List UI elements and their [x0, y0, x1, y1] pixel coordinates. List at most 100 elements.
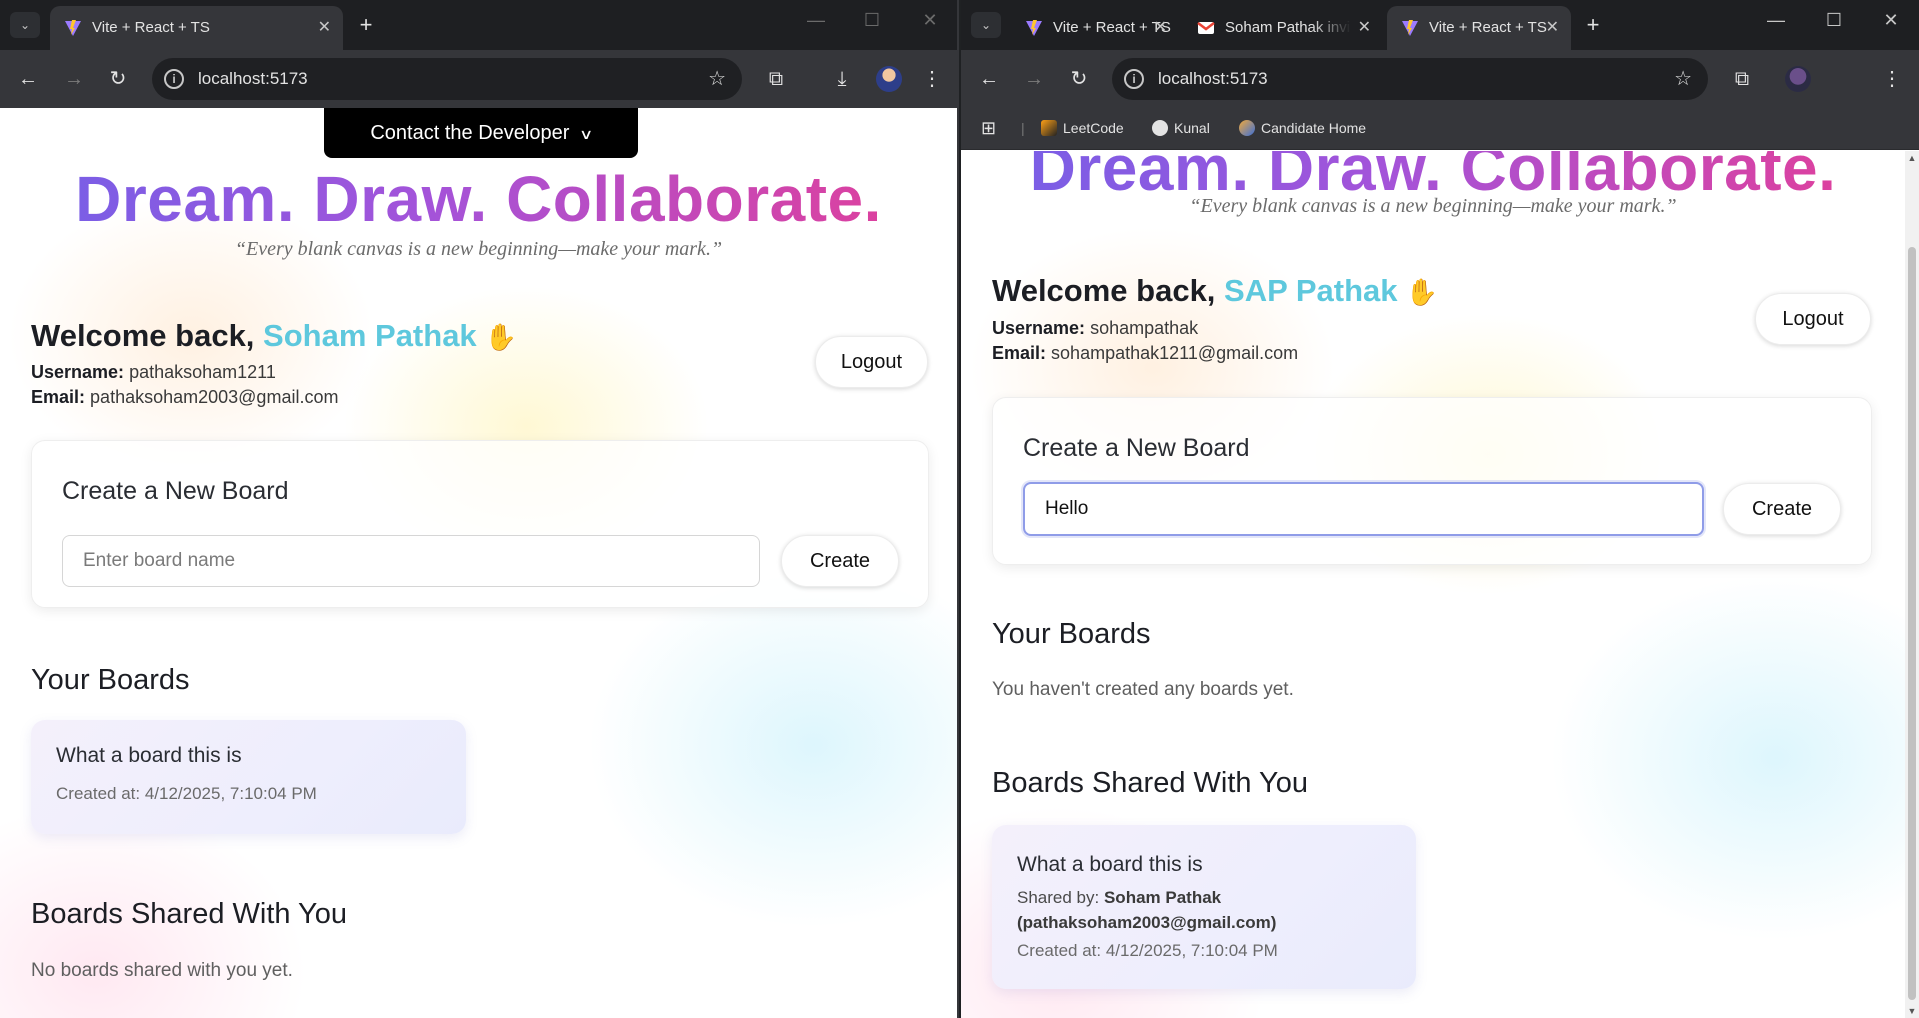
reload-icon[interactable]: ↻: [1067, 67, 1091, 91]
board-created-at: Created at: 4/12/2025, 7:10:04 PM: [1017, 941, 1278, 960]
create-board-title: Create a New Board: [62, 477, 289, 505]
extensions-icon[interactable]: ⧉: [762, 65, 790, 93]
board-name-input[interactable]: [1023, 482, 1704, 536]
page-scrollbar[interactable]: ▲ ▼: [1905, 151, 1919, 1018]
close-tab-icon[interactable]: ✕: [1154, 6, 1167, 50]
apps-grid-icon[interactable]: ⊞: [981, 118, 996, 139]
page-content: Contact the Developer ∨ Dream. Draw. Coll…: [0, 108, 957, 1018]
tab-search-button[interactable]: ⌄: [10, 12, 40, 38]
vite-favicon-icon: [65, 20, 81, 36]
extensions-icon[interactable]: ⧉: [1728, 65, 1756, 93]
logout-button[interactable]: Logout: [815, 336, 928, 388]
board-name-input[interactable]: [62, 535, 760, 587]
browser-toolbar: ← → ↻ i localhost:5173 ☆ ⧉ ⤓ ⋮: [0, 50, 957, 108]
your-boards-heading: Your Boards: [31, 664, 190, 696]
hero-quote: “Every blank canvas is a new beginning—m…: [1189, 195, 1677, 217]
username-row: Username: sohampathak: [992, 318, 1198, 339]
browser-toolbar: ← → ↻ i localhost:5173 ☆ ⧉ ⋮: [961, 50, 1919, 108]
shared-boards-heading: Boards Shared With You: [31, 898, 347, 930]
tab-title: Vite + React + TS: [92, 19, 210, 36]
shared-by-email: (pathaksoham2003@gmail.com): [1017, 913, 1277, 932]
create-board-button[interactable]: Create: [781, 535, 899, 587]
logout-button[interactable]: Logout: [1755, 293, 1871, 345]
maximize-button[interactable]: ☐: [852, 10, 892, 31]
close-window-button[interactable]: ✕: [1871, 10, 1911, 31]
welcome-prefix: Welcome back,: [992, 273, 1216, 308]
bookmark-star-icon[interactable]: ☆: [708, 66, 726, 91]
site-info-icon[interactable]: i: [164, 69, 184, 89]
browser-window-left: ⌄ Vite + React + TS ✕ + — ☐ ✕ ← → ↻ i lo…: [0, 0, 959, 1018]
waving-hand-icon: ✋: [1405, 277, 1438, 307]
email-value: sohampathak1211@gmail.com: [1051, 343, 1299, 363]
create-board-card: Create a New Board Create: [992, 397, 1872, 565]
site-info-icon[interactable]: i: [1124, 69, 1144, 89]
bookmark-leetcode[interactable]: LeetCode: [1041, 120, 1124, 136]
new-tab-button[interactable]: +: [1579, 12, 1607, 40]
username-value: pathaksoham1211: [129, 362, 276, 382]
username-value: sohampathak: [1090, 318, 1199, 338]
bookmark-label: Candidate Home: [1261, 120, 1367, 136]
create-board-title: Create a New Board: [1023, 434, 1250, 462]
email-label: Email:: [992, 343, 1047, 363]
board-title: What a board this is: [1017, 853, 1203, 876]
back-icon[interactable]: ←: [16, 67, 40, 91]
github-icon: [1152, 120, 1168, 136]
email-value: pathaksoham2003@gmail.com: [90, 387, 339, 407]
welcome-prefix: Welcome back,: [31, 318, 255, 353]
shared-boards-heading: Boards Shared With You: [992, 767, 1308, 799]
address-bar[interactable]: i localhost:5173 ☆: [152, 58, 742, 100]
user-name: Soham Pathak: [263, 318, 477, 353]
your-boards-empty: You haven't created any boards yet.: [992, 679, 1294, 700]
board-title: What a board this is: [56, 744, 242, 767]
shared-by-label: Shared by:: [1017, 888, 1100, 907]
tab-vite-react-2[interactable]: Vite + React + TS ✕: [1387, 6, 1571, 50]
profile-avatar[interactable]: [876, 66, 902, 92]
contact-developer-button[interactable]: Contact the Developer ∨: [324, 108, 638, 158]
scroll-up-icon[interactable]: ▲: [1905, 153, 1919, 163]
tab-search-button[interactable]: ⌄: [971, 12, 1001, 38]
bookmark-candidate-home[interactable]: Candidate Home: [1239, 120, 1366, 136]
profile-avatar[interactable]: [1785, 66, 1811, 92]
scrollbar-thumb[interactable]: [1908, 247, 1916, 1000]
close-tab-icon[interactable]: ✕: [318, 6, 331, 50]
shared-by-name: Soham Pathak: [1103, 888, 1222, 907]
forward-icon[interactable]: →: [1022, 67, 1046, 91]
minimize-button[interactable]: —: [1756, 10, 1796, 31]
maximize-button[interactable]: ☐: [1814, 10, 1854, 31]
browser-window-right: ⌄ Vite + React + TS ✕ Soham Pathak invi …: [961, 0, 1919, 1018]
close-tab-icon[interactable]: ✕: [1358, 6, 1371, 50]
tab-vite-react-1[interactable]: Vite + React + TS ✕: [1011, 6, 1179, 50]
shared-board-card[interactable]: What a board this is Shared by: Soham Pa…: [992, 825, 1416, 989]
address-url: localhost:5173: [1158, 69, 1268, 88]
username-label: Username:: [31, 362, 125, 382]
leetcode-icon: [1041, 120, 1057, 136]
minimize-button[interactable]: —: [796, 10, 836, 31]
kebab-menu-icon[interactable]: ⋮: [918, 65, 946, 93]
gmail-favicon-icon: [1197, 22, 1215, 34]
new-tab-button[interactable]: +: [352, 12, 380, 40]
tab-strip: ⌄ Vite + React + TS ✕ Soham Pathak invi …: [961, 0, 1919, 50]
candidate-home-icon: [1239, 120, 1255, 136]
bookmark-divider: |: [1021, 120, 1025, 136]
kebab-menu-icon[interactable]: ⋮: [1878, 65, 1906, 93]
close-window-button[interactable]: ✕: [910, 10, 950, 31]
address-bar[interactable]: i localhost:5173 ☆: [1112, 58, 1708, 100]
bookmark-kunal[interactable]: Kunal: [1152, 120, 1210, 136]
username-label: Username:: [992, 318, 1086, 338]
board-card[interactable]: What a board this is Created at: 4/12/20…: [31, 720, 466, 834]
create-board-button[interactable]: Create: [1723, 483, 1841, 535]
tab-gmail[interactable]: Soham Pathak invi ✕: [1183, 6, 1383, 50]
close-tab-icon[interactable]: ✕: [1546, 6, 1559, 50]
waving-hand-icon: ✋: [484, 322, 518, 352]
email-row: Email: sohampathak1211@gmail.com: [992, 343, 1298, 364]
tab-vite-react[interactable]: Vite + React + TS ✕: [50, 6, 343, 50]
back-icon[interactable]: ←: [977, 67, 1001, 91]
email-label: Email:: [31, 387, 86, 407]
reload-icon[interactable]: ↻: [106, 67, 130, 91]
bookmark-label: LeetCode: [1063, 120, 1124, 136]
scroll-down-icon[interactable]: ▼: [1905, 1006, 1919, 1016]
download-icon[interactable]: ⤓: [828, 65, 856, 93]
username-row: Username: pathaksoham1211: [31, 362, 276, 383]
bookmark-star-icon[interactable]: ☆: [1674, 66, 1692, 91]
forward-icon[interactable]: →: [62, 67, 86, 91]
